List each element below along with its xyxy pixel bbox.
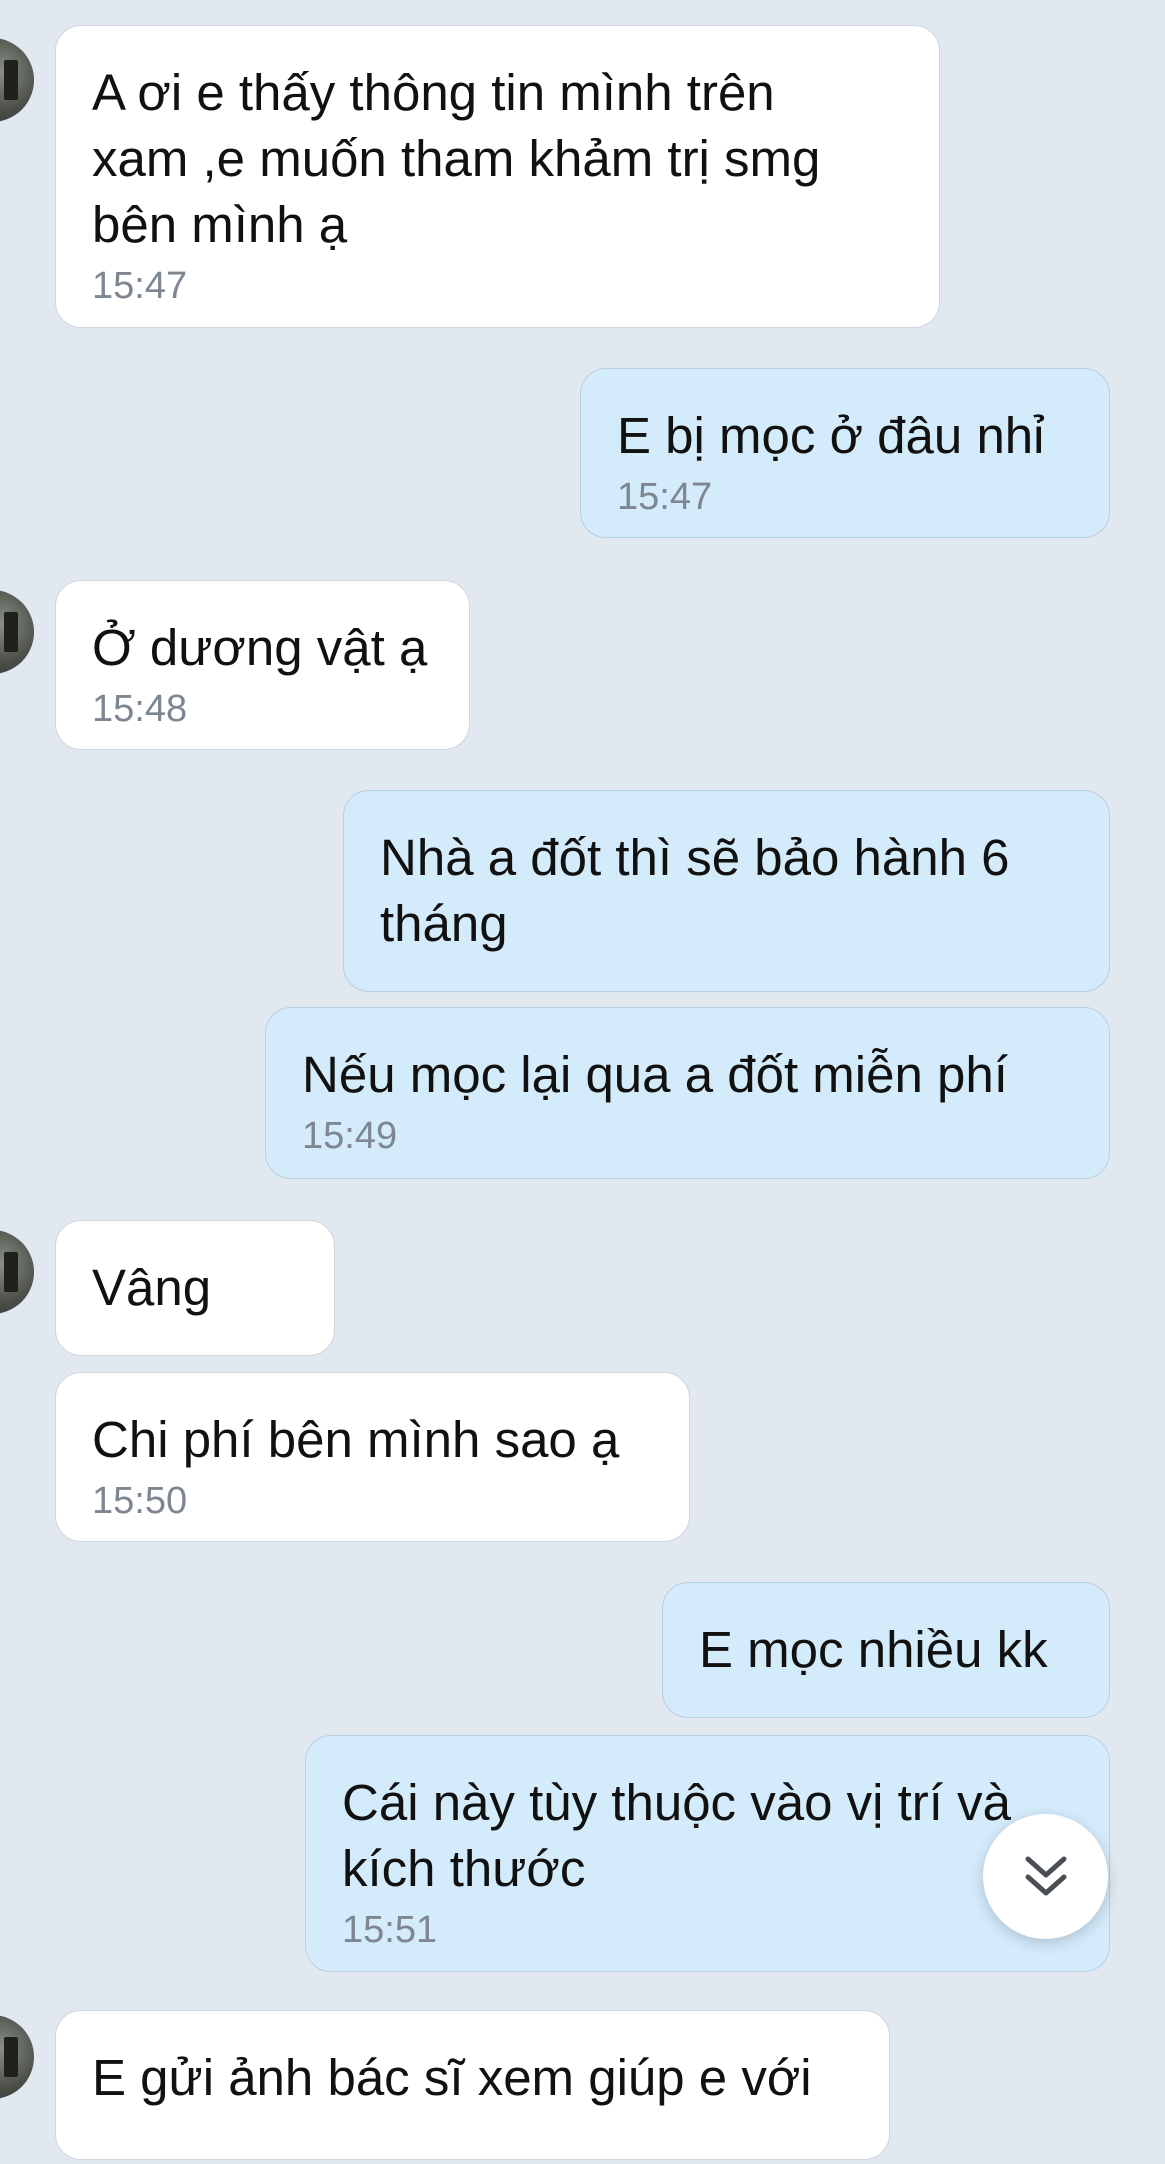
- scroll-to-bottom-button[interactable]: [983, 1814, 1108, 1939]
- message-text: Cái này tùy thuộc vào vị trí và kích thư…: [342, 1774, 1011, 1897]
- message-text: E mọc nhiều kk: [699, 1621, 1048, 1678]
- message-timestamp: 15:50: [92, 1480, 188, 1522]
- message-bubble-incoming[interactable]: Chi phí bên mình sao ạ 15:50: [55, 1372, 690, 1542]
- message-text: Chi phí bên mình sao ạ: [92, 1411, 620, 1468]
- message-text: Vâng: [92, 1259, 212, 1316]
- message-bubble-incoming[interactable]: E gửi ảnh bác sĩ xem giúp e với: [55, 2010, 890, 2160]
- message-timestamp: 15:47: [92, 265, 188, 307]
- message-timestamp: 15:49: [302, 1115, 398, 1157]
- message-timestamp: 15:48: [92, 688, 188, 730]
- message-text: Ở dương vật ạ: [92, 619, 428, 676]
- message-bubble-outgoing[interactable]: E mọc nhiều kk: [662, 1582, 1110, 1718]
- message-bubble-outgoing[interactable]: E bị mọc ở đâu nhỉ 15:47: [580, 368, 1110, 538]
- message-bubble-incoming[interactable]: A ơi e thấy thông tin mình trên xam ,e m…: [55, 25, 940, 328]
- contact-avatar[interactable]: [0, 1230, 34, 1314]
- message-text: E gửi ảnh bác sĩ xem giúp e với: [92, 2049, 812, 2106]
- message-text: Nếu mọc lại qua a đốt miễn phí: [302, 1046, 1008, 1103]
- contact-avatar[interactable]: [0, 2015, 34, 2099]
- chat-message-list[interactable]: A ơi e thấy thông tin mình trên xam ,e m…: [0, 0, 1165, 2164]
- message-bubble-incoming[interactable]: Vâng: [55, 1220, 335, 1356]
- double-chevron-down-icon: [1025, 1856, 1066, 1895]
- message-bubble-outgoing[interactable]: Nếu mọc lại qua a đốt miễn phí 15:49: [265, 1007, 1110, 1179]
- message-bubble-incoming[interactable]: Ở dương vật ạ 15:48: [55, 580, 470, 750]
- message-bubble-outgoing[interactable]: Nhà a đốt thì sẽ bảo hành 6 tháng: [343, 790, 1110, 992]
- message-text: E bị mọc ở đâu nhỉ: [617, 407, 1045, 464]
- message-text: A ơi e thấy thông tin mình trên xam ,e m…: [92, 64, 821, 253]
- message-text: Nhà a đốt thì sẽ bảo hành 6 tháng: [380, 829, 1010, 952]
- contact-avatar[interactable]: [0, 38, 34, 122]
- contact-avatar[interactable]: [0, 590, 34, 674]
- message-timestamp: 15:51: [342, 1909, 438, 1951]
- message-timestamp: 15:47: [617, 476, 713, 518]
